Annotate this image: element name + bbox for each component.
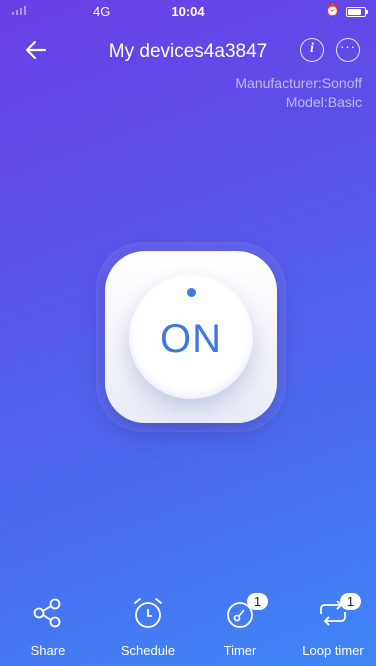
status-time: 10:04	[171, 4, 205, 19]
info-button[interactable]: i	[300, 38, 324, 62]
model-label: Model:Basic	[285, 94, 362, 110]
manufacturer-label: Manufacturer:Sonoff	[235, 75, 362, 91]
power-switch-frame: ON	[97, 243, 285, 431]
timer-label: Timer	[223, 643, 257, 658]
status-bar: 4G 10:04 ⏰	[0, 0, 376, 22]
indicator-dot	[187, 288, 196, 297]
share-button[interactable]: Share	[24, 595, 72, 658]
power-knob[interactable]: ON	[129, 275, 253, 399]
more-icon: ···	[340, 39, 356, 54]
info-icon: i	[310, 41, 314, 56]
share-label: Share	[30, 643, 66, 658]
loop-timer-button[interactable]: 1 Loop timer	[298, 593, 368, 658]
alarm-icon: ⏰	[325, 3, 340, 17]
power-switch[interactable]: ON	[105, 251, 277, 423]
alarm-clock-icon	[130, 595, 166, 631]
more-button[interactable]: ···	[336, 38, 360, 62]
schedule-button[interactable]: Schedule	[116, 595, 180, 658]
schedule-label: Schedule	[120, 643, 176, 658]
switch-state: ON	[160, 317, 222, 361]
battery-icon	[346, 7, 368, 17]
timer-badge: 1	[247, 593, 268, 610]
bottom-toolbar: Share Schedule 1 Timer 1 Loop timer	[0, 593, 376, 666]
share-icon	[30, 595, 66, 631]
loop-timer-badge: 1	[340, 593, 361, 610]
loop-timer-label: Loop timer	[302, 643, 364, 658]
timer-button[interactable]: 1 Timer	[216, 593, 268, 658]
header: My devices4a3847 i ···	[0, 28, 376, 72]
device-meta: Manufacturer:Sonoff Model:Basic	[235, 74, 362, 112]
